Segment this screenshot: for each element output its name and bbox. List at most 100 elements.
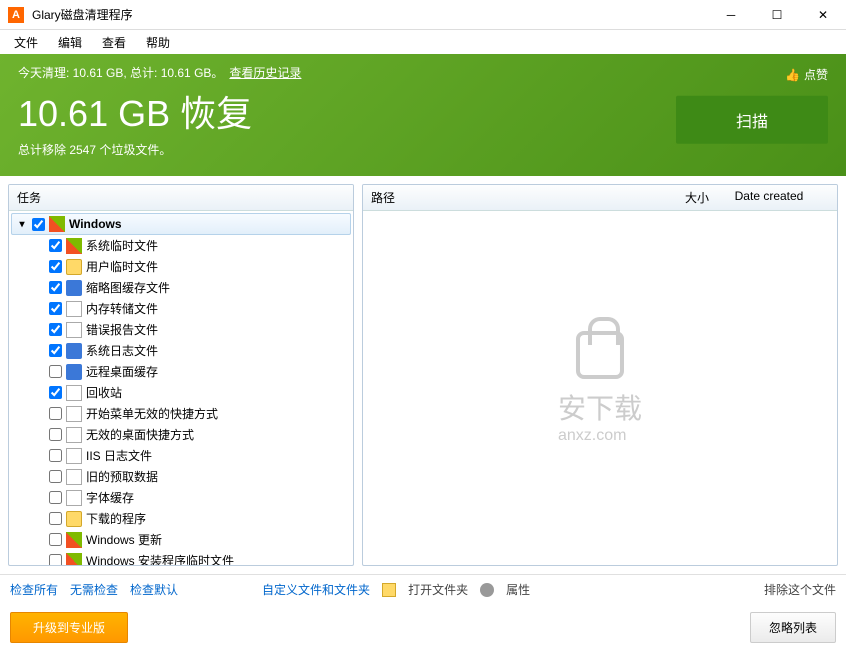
item-label: 旧的预取数据 xyxy=(86,468,158,485)
like-button[interactable]: 👍 点赞 xyxy=(785,66,828,83)
windows-icon xyxy=(49,216,65,232)
main-content: 任务 ▾ Windows 系统临时文件用户临时文件缩略图缓存文件内存转储文件错误… xyxy=(0,176,846,574)
tree-item[interactable]: 用户临时文件 xyxy=(31,256,351,277)
ignore-list-button[interactable]: 忽略列表 xyxy=(750,612,836,643)
menu-file[interactable]: 文件 xyxy=(4,32,48,53)
item-type-icon xyxy=(66,406,82,422)
file-panel: 路径 大小 Date created 安下载 anxz.com xyxy=(362,184,838,566)
folder-icon xyxy=(382,583,396,597)
lock-icon xyxy=(576,331,624,379)
tree-item[interactable]: 缩略图缓存文件 xyxy=(31,277,351,298)
history-link[interactable]: 查看历史记录 xyxy=(229,64,301,81)
item-checkbox[interactable] xyxy=(49,239,62,252)
tree-item[interactable]: IIS 日志文件 xyxy=(31,445,351,466)
item-checkbox[interactable] xyxy=(49,302,62,315)
item-label: Windows 安装程序临时文件 xyxy=(86,552,234,565)
maximize-button[interactable]: ☐ xyxy=(754,0,800,30)
item-type-icon xyxy=(66,301,82,317)
thumbs-up-icon: 👍 xyxy=(785,68,800,82)
col-size[interactable]: 大小 xyxy=(649,189,709,206)
tree-item[interactable]: Windows 安装程序临时文件 xyxy=(31,550,351,565)
upgrade-button[interactable]: 升级到专业版 xyxy=(10,612,128,643)
item-checkbox[interactable] xyxy=(49,491,62,504)
like-label: 点赞 xyxy=(804,66,828,83)
item-label: 内存转储文件 xyxy=(86,300,158,317)
item-checkbox[interactable] xyxy=(49,449,62,462)
item-type-icon xyxy=(66,511,82,527)
item-label: 开始菜单无效的快捷方式 xyxy=(86,405,218,422)
tree-item[interactable]: 系统日志文件 xyxy=(31,340,351,361)
item-label: 用户临时文件 xyxy=(86,258,158,275)
hero-panel: 今天清理: 10.61 GB, 总计: 10.61 GB。 查看历史记录 10.… xyxy=(0,54,846,176)
item-checkbox[interactable] xyxy=(49,260,62,273)
item-checkbox[interactable] xyxy=(49,554,62,565)
item-type-icon xyxy=(66,259,82,275)
item-label: IIS 日志文件 xyxy=(86,447,152,464)
file-list: 安下载 anxz.com xyxy=(363,211,837,565)
menu-edit[interactable]: 编辑 xyxy=(48,32,92,53)
group-checkbox[interactable] xyxy=(32,218,45,231)
app-icon: A xyxy=(8,7,24,23)
item-label: 无效的桌面快捷方式 xyxy=(86,426,194,443)
item-type-icon xyxy=(66,469,82,485)
tree-item[interactable]: 字体缓存 xyxy=(31,487,351,508)
item-type-icon xyxy=(66,322,82,338)
properties-link[interactable]: 属性 xyxy=(506,581,530,598)
tree-item[interactable]: 远程桌面缓存 xyxy=(31,361,351,382)
item-label: 系统日志文件 xyxy=(86,342,158,359)
check-default-link[interactable]: 检查默认 xyxy=(130,581,178,598)
task-tree[interactable]: ▾ Windows 系统临时文件用户临时文件缩略图缓存文件内存转储文件错误报告文… xyxy=(9,211,353,565)
open-folder-link[interactable]: 打开文件夹 xyxy=(408,581,468,598)
item-checkbox[interactable] xyxy=(49,386,62,399)
item-checkbox[interactable] xyxy=(49,365,62,378)
group-label: Windows xyxy=(69,217,122,231)
item-type-icon xyxy=(66,364,82,380)
tree-item[interactable]: 错误报告文件 xyxy=(31,319,351,340)
check-none-link[interactable]: 无需检查 xyxy=(70,581,118,598)
tree-item[interactable]: 开始菜单无效的快捷方式 xyxy=(31,403,351,424)
item-checkbox[interactable] xyxy=(49,512,62,525)
col-date[interactable]: Date created xyxy=(709,189,829,206)
item-checkbox[interactable] xyxy=(49,323,62,336)
tree-item[interactable]: Windows 更新 xyxy=(31,529,351,550)
item-label: 错误报告文件 xyxy=(86,321,158,338)
tree-item[interactable]: 回收站 xyxy=(31,382,351,403)
close-button[interactable]: ✕ xyxy=(800,0,846,30)
tree-group-windows[interactable]: ▾ Windows xyxy=(11,213,351,235)
task-panel: 任务 ▾ Windows 系统临时文件用户临时文件缩略图缓存文件内存转储文件错误… xyxy=(8,184,354,566)
item-type-icon xyxy=(66,238,82,254)
item-label: 系统临时文件 xyxy=(86,237,158,254)
menu-view[interactable]: 查看 xyxy=(92,32,136,53)
tree-item[interactable]: 旧的预取数据 xyxy=(31,466,351,487)
collapse-icon[interactable]: ▾ xyxy=(16,219,28,230)
item-checkbox[interactable] xyxy=(49,281,62,294)
tree-item[interactable]: 下载的程序 xyxy=(31,508,351,529)
tree-item[interactable]: 系统临时文件 xyxy=(31,235,351,256)
item-label: 缩略图缓存文件 xyxy=(86,279,170,296)
custom-files-link[interactable]: 自定义文件和文件夹 xyxy=(262,581,370,598)
item-checkbox[interactable] xyxy=(49,428,62,441)
window-title: Glary磁盘清理程序 xyxy=(32,6,708,23)
watermark: 安下载 anxz.com xyxy=(558,331,642,445)
item-type-icon xyxy=(66,448,82,464)
item-type-icon xyxy=(66,385,82,401)
item-type-icon xyxy=(66,490,82,506)
item-checkbox[interactable] xyxy=(49,470,62,483)
col-path[interactable]: 路径 xyxy=(371,189,649,206)
bottombar: 升级到专业版 忽略列表 xyxy=(0,604,846,651)
task-header-label: 任务 xyxy=(17,189,41,206)
cleaned-summary: 今天清理: 10.61 GB, 总计: 10.61 GB。 xyxy=(18,64,223,81)
item-checkbox[interactable] xyxy=(49,344,62,357)
tree-item[interactable]: 无效的桌面快捷方式 xyxy=(31,424,351,445)
minimize-button[interactable]: ─ xyxy=(708,0,754,30)
menu-help[interactable]: 帮助 xyxy=(136,32,180,53)
item-label: Windows 更新 xyxy=(86,531,162,548)
scan-button[interactable]: 扫描 xyxy=(676,96,828,144)
item-type-icon xyxy=(66,280,82,296)
item-checkbox[interactable] xyxy=(49,407,62,420)
tree-item[interactable]: 内存转储文件 xyxy=(31,298,351,319)
exclude-file-link[interactable]: 排除这个文件 xyxy=(764,581,836,598)
check-all-link[interactable]: 检查所有 xyxy=(10,581,58,598)
item-checkbox[interactable] xyxy=(49,533,62,546)
item-label: 回收站 xyxy=(86,384,122,401)
